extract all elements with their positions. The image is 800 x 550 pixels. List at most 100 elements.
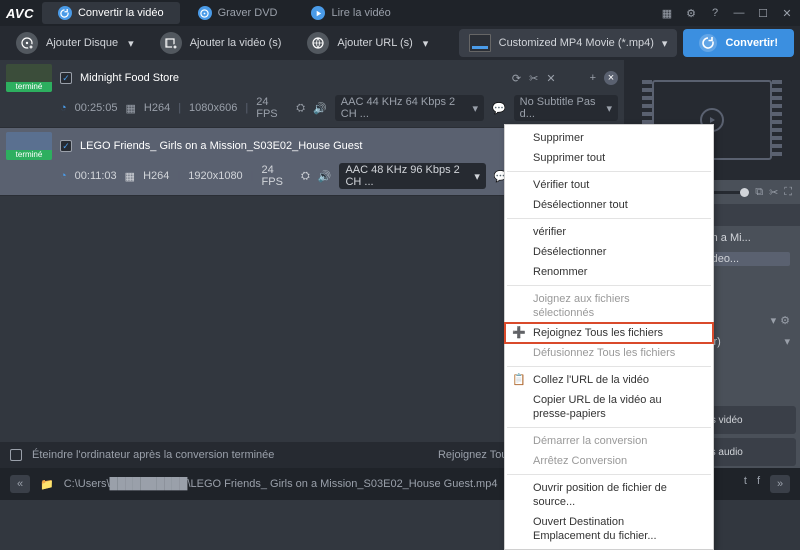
menu-item-label: Supprimer bbox=[533, 132, 584, 144]
menu-item-label: Ouvrir position de fichier de source... bbox=[533, 482, 667, 508]
folder-icon[interactable]: 📁 bbox=[40, 478, 54, 491]
menu-item[interactable]: Ouvert Destination Emplacement du fichie… bbox=[505, 512, 713, 546]
app-logo: AVC bbox=[6, 6, 34, 21]
subtitle-icon: 💬 bbox=[492, 102, 506, 115]
menu-item[interactable]: Ouvrir position de fichier de source... bbox=[505, 478, 713, 512]
add-url-button[interactable]: Ajouter URL (s) ▾ bbox=[297, 29, 438, 57]
add-disc-button[interactable]: Ajouter Disque ▾ bbox=[6, 29, 144, 57]
refresh-icon[interactable]: ⟳ bbox=[512, 72, 521, 85]
menu-item[interactable]: Désélectionner tout bbox=[505, 195, 713, 215]
audio-track-selector[interactable]: AAC 48 KHz 96 Kbps 2 CH ...▾ bbox=[339, 163, 485, 189]
refresh-icon bbox=[58, 6, 72, 20]
menu-item: Démarrer la conversion bbox=[505, 431, 713, 451]
menu-item: Défusionnez Tous les fichiers bbox=[505, 343, 713, 363]
codec: H264 bbox=[144, 102, 170, 114]
convert-icon bbox=[699, 34, 717, 52]
format-thumb-icon bbox=[469, 34, 491, 52]
tab-burn[interactable]: Graver DVD bbox=[182, 2, 294, 24]
shutdown-label: Éteindre l'ordinateur après la conversio… bbox=[32, 449, 274, 461]
add-icon[interactable]: + bbox=[590, 72, 596, 84]
menu-item-label: Désélectionner bbox=[533, 246, 606, 258]
duration: 00:11:03 bbox=[75, 170, 117, 182]
file-title: LEGO Friends_ Girls on a Mission_S03E02_… bbox=[80, 140, 504, 152]
chevron-down-icon[interactable]: ▾ bbox=[784, 335, 790, 348]
button-label: Ajouter Disque bbox=[46, 37, 118, 49]
twitter-icon[interactable]: t bbox=[744, 475, 747, 493]
format-label: Customized MP4 Movie (*.mp4) bbox=[499, 37, 654, 49]
title-bar: AVC Convertir la vidéo Graver DVD Lire l… bbox=[0, 0, 800, 26]
codec: H264 bbox=[143, 170, 169, 182]
tab-convert[interactable]: Convertir la vidéo bbox=[42, 2, 180, 24]
file-row[interactable]: terminé Midnight Food Store ⟳ ✂ ✕ + × ◔ … bbox=[0, 60, 624, 128]
audio-track-selector[interactable]: AAC 44 KHz 64 Kbps 2 CH ...▾ bbox=[335, 95, 484, 121]
chevron-down-icon: ▾ bbox=[606, 102, 612, 115]
menu-item[interactable]: Renommer bbox=[505, 262, 713, 282]
chevron-down-icon: ▾ bbox=[474, 170, 480, 183]
chevron-down-icon[interactable]: ▾ bbox=[771, 314, 777, 327]
add-video-button[interactable]: Ajouter la vidéo (s) bbox=[150, 29, 292, 57]
maximize-icon[interactable]: ☐ bbox=[756, 7, 770, 20]
menu-item[interactable]: Supprimer bbox=[505, 128, 713, 148]
tab-play[interactable]: Lire la vidéo bbox=[295, 2, 406, 24]
menu-item[interactable]: Supprimer tout bbox=[505, 148, 713, 168]
expand-button[interactable]: » bbox=[770, 475, 790, 493]
facebook-icon[interactable]: f bbox=[757, 475, 760, 493]
tab-label: Lire la vidéo bbox=[331, 7, 390, 19]
status-badge: terminé bbox=[6, 82, 52, 92]
menu-item-label: Vérifier tout bbox=[533, 179, 589, 191]
speaker-icon: 🔊 bbox=[318, 170, 332, 183]
expand-icon[interactable]: ⛶ bbox=[784, 186, 792, 199]
grid-icon: ▦ bbox=[125, 102, 135, 115]
disc-icon bbox=[198, 6, 212, 20]
scissors-icon[interactable]: ✂ bbox=[529, 72, 538, 85]
checkbox[interactable] bbox=[60, 140, 72, 152]
output-path: C:\Users\██████████\LEGO Friends_ Girls … bbox=[64, 478, 498, 490]
button-label: Ajouter la vidéo (s) bbox=[190, 37, 282, 49]
menu-item[interactable]: Copier URL de la vidéo au presse-papiers bbox=[505, 390, 713, 424]
minimize-icon[interactable]: ― bbox=[732, 7, 746, 19]
menu-item[interactable]: ➕Rejoignez Tous les fichiers bbox=[505, 323, 713, 343]
menu-item-label: Supprimer tout bbox=[533, 152, 605, 164]
disc-plus-icon bbox=[16, 32, 38, 54]
convert-button[interactable]: Convertir! bbox=[683, 29, 794, 57]
menu-item: Arrêtez Conversion bbox=[505, 451, 713, 471]
menu-separator bbox=[507, 366, 711, 367]
subtitle-selector[interactable]: No Subtitle Pas d...▾ bbox=[514, 95, 618, 121]
menu-separator bbox=[507, 171, 711, 172]
thumbnail[interactable]: terminé bbox=[6, 132, 52, 160]
remove-icon[interactable]: ✕ bbox=[546, 72, 555, 85]
file-title: Midnight Food Store bbox=[80, 72, 504, 84]
chevron-down-icon: ▾ bbox=[423, 37, 429, 50]
snapshot-button[interactable]: ⧉ bbox=[755, 186, 763, 199]
globe-plus-icon bbox=[307, 32, 329, 54]
scissors-icon[interactable]: ✂ bbox=[769, 186, 778, 199]
fps: 24 FPS bbox=[256, 96, 288, 120]
settings-icon[interactable]: ⛭ bbox=[296, 102, 305, 115]
social-links: t f » bbox=[744, 475, 790, 493]
collapse-button[interactable]: « bbox=[10, 475, 30, 493]
tab-label: Convertir la vidéo bbox=[78, 7, 164, 19]
menu-item-label: vérifier bbox=[533, 226, 566, 238]
output-format-selector[interactable]: Customized MP4 Movie (*.mp4) ▾ bbox=[459, 29, 678, 57]
menu-item-label: Copier URL de la vidéo au presse-papiers bbox=[533, 394, 662, 420]
menu-item[interactable]: 📋Collez l'URL de la vidéo bbox=[505, 370, 713, 390]
settings-icon[interactable]: ⛭ bbox=[301, 170, 310, 183]
help-icon[interactable]: ? bbox=[708, 7, 722, 19]
thumbnail[interactable]: terminé bbox=[6, 64, 52, 92]
speaker-icon: 🔊 bbox=[313, 102, 327, 115]
checkbox[interactable] bbox=[60, 72, 72, 84]
calendar-icon[interactable]: ▦ bbox=[660, 7, 674, 20]
menu-separator bbox=[507, 427, 711, 428]
gear-icon[interactable]: ⚙ bbox=[780, 314, 790, 327]
menu-item[interactable]: vérifier bbox=[505, 222, 713, 242]
menu-item-label: Arrêtez Conversion bbox=[533, 455, 627, 467]
close-icon[interactable]: ✕ bbox=[780, 7, 794, 20]
gear-icon[interactable]: ⚙ bbox=[684, 7, 698, 20]
menu-item[interactable]: Vérifier tout bbox=[505, 175, 713, 195]
shutdown-checkbox[interactable] bbox=[10, 449, 22, 461]
grid-icon: ▦ bbox=[125, 170, 135, 183]
menu-item-label: Renommer bbox=[533, 266, 587, 278]
close-round-icon[interactable]: × bbox=[604, 71, 618, 85]
clock-icon: ◔ bbox=[60, 170, 67, 182]
menu-item[interactable]: Désélectionner bbox=[505, 242, 713, 262]
